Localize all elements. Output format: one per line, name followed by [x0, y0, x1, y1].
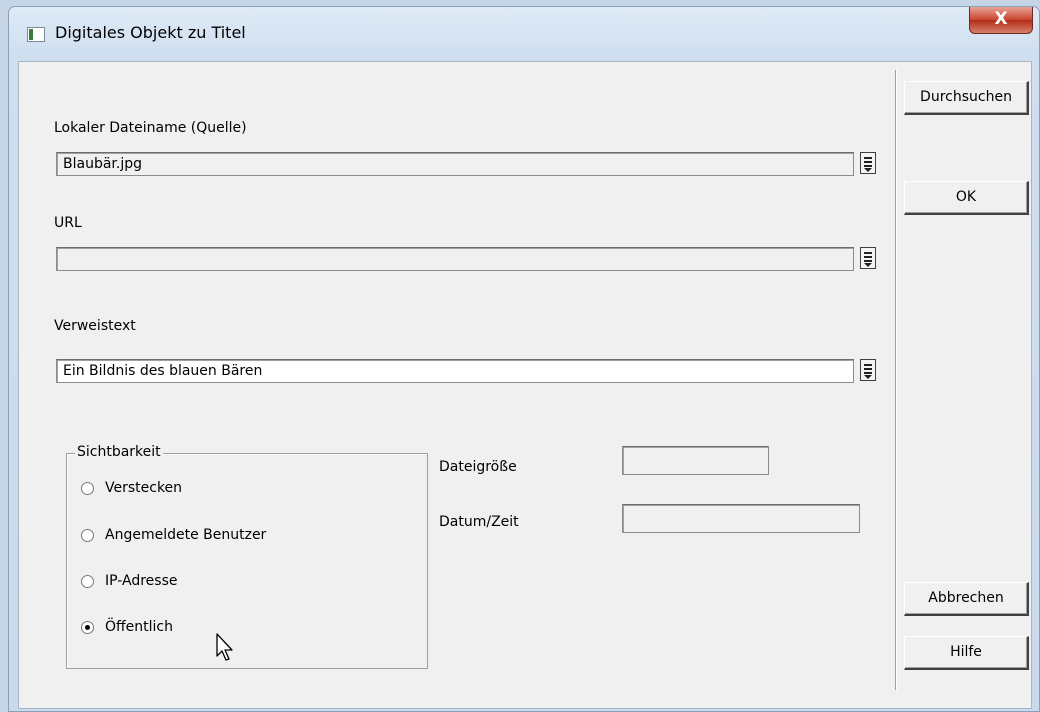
radio-ip-adresse-label[interactable]: IP-Adresse [105, 573, 178, 589]
cancel-button[interactable]: Abbrechen [904, 582, 1029, 616]
datetime-field [622, 504, 860, 533]
vertical-divider [895, 70, 897, 690]
radio-verstecken[interactable] [81, 482, 94, 495]
link-text-field[interactable]: Ein Bildnis des blauen Bären [56, 359, 854, 383]
source-picker-icon[interactable] [860, 152, 876, 174]
radio-angemeldete-benutzer-label[interactable]: Angemeldete Benutzer [105, 527, 266, 543]
dialog-client-area: Lokaler Dateiname (Quelle) Blaubär.jpg U… [18, 61, 1032, 709]
radio-oeffentlich-label[interactable]: Öffentlich [105, 619, 173, 635]
radio-ip-adresse[interactable] [81, 575, 94, 588]
radio-selected-dot [85, 625, 90, 630]
url-label: URL [54, 215, 82, 231]
ok-button[interactable]: OK [904, 181, 1029, 215]
source-field[interactable]: Blaubär.jpg [56, 152, 854, 176]
radio-oeffentlich[interactable] [81, 621, 94, 634]
link-text-label: Verweistext [54, 318, 136, 334]
link-text-picker-icon[interactable] [860, 359, 876, 381]
mouse-pointer-icon [216, 633, 233, 661]
file-size-field [622, 446, 769, 475]
window-title: Digitales Objekt zu Titel [55, 23, 246, 42]
app-icon [27, 27, 45, 42]
dialog-window: Digitales Objekt zu Titel X Lokaler Date… [8, 6, 1040, 712]
radio-verstecken-label[interactable]: Verstecken [105, 480, 182, 496]
url-field[interactable] [56, 247, 854, 271]
datetime-label: Datum/Zeit [439, 514, 519, 530]
source-label: Lokaler Dateiname (Quelle) [54, 120, 247, 136]
browse-button[interactable]: Durchsuchen [904, 81, 1029, 115]
close-icon: X [994, 9, 1008, 29]
help-button[interactable]: Hilfe [904, 636, 1029, 670]
file-size-label: Dateigröße [439, 459, 517, 475]
visibility-group-label: Sichtbarkeit [75, 444, 163, 460]
title-bar[interactable]: Digitales Objekt zu Titel X [9, 7, 1039, 61]
url-picker-icon[interactable] [860, 247, 876, 269]
close-button[interactable]: X [969, 7, 1033, 34]
radio-angemeldete-benutzer[interactable] [81, 529, 94, 542]
